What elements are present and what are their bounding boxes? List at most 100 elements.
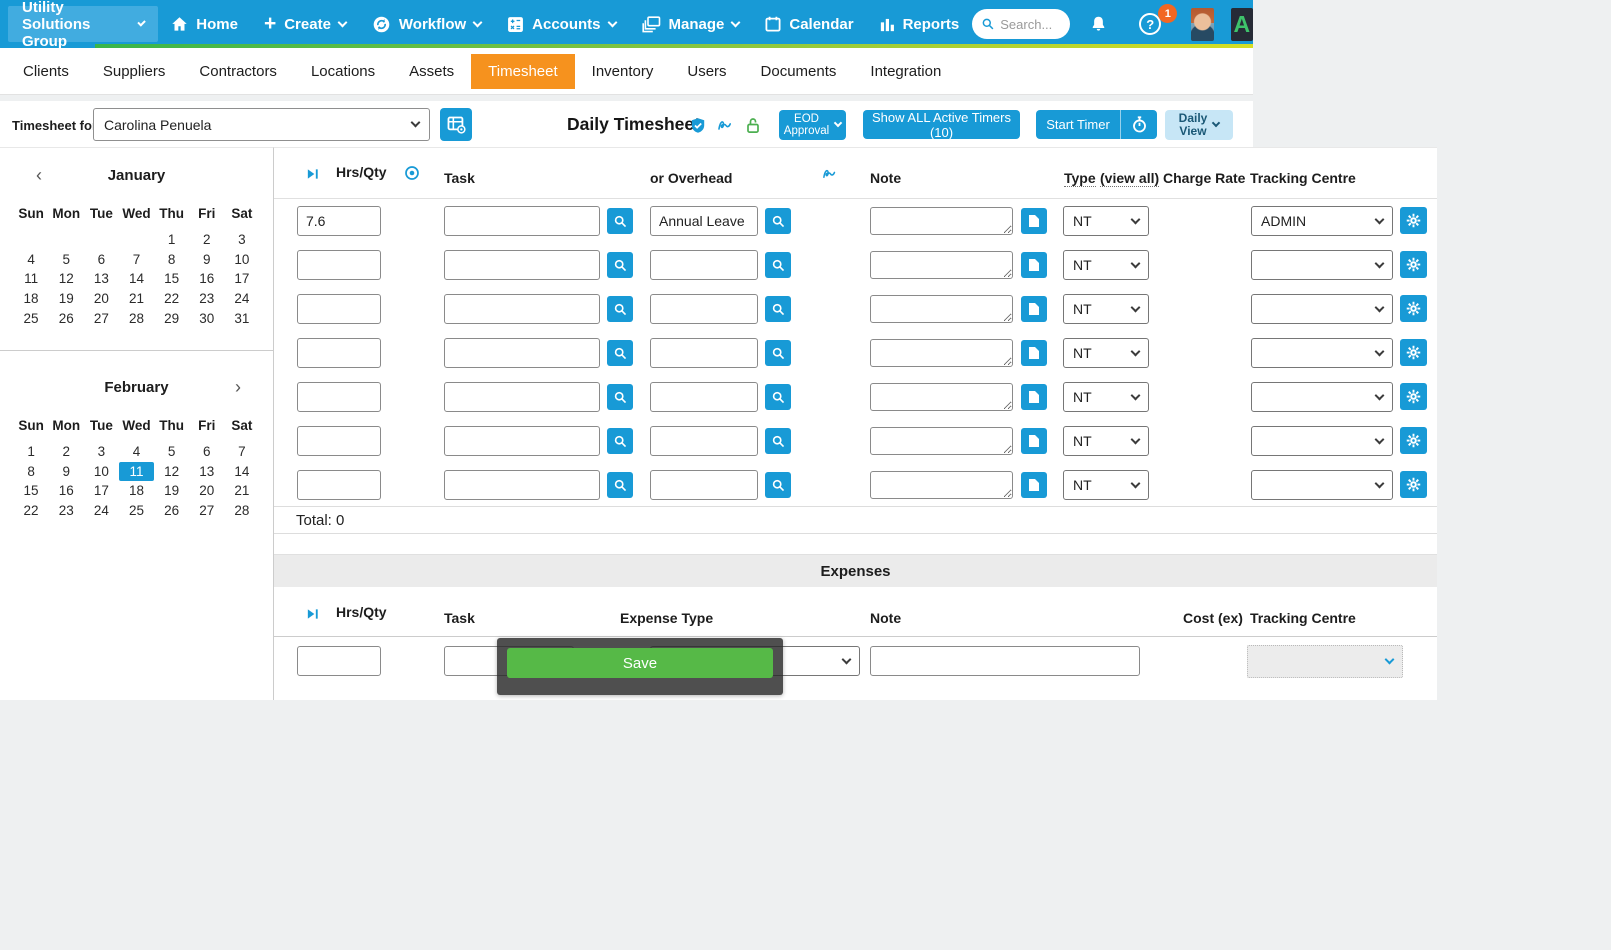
overhead-search-button[interactable] bbox=[765, 428, 791, 454]
note-textarea[interactable] bbox=[870, 427, 1013, 455]
note-template-button[interactable] bbox=[1021, 296, 1047, 322]
tab-integration[interactable]: Integration bbox=[853, 54, 958, 89]
signature-icon[interactable] bbox=[822, 166, 839, 180]
tracking-centre-select[interactable] bbox=[1251, 250, 1393, 280]
day-cell[interactable]: 14 bbox=[224, 462, 259, 482]
task-input[interactable] bbox=[444, 250, 600, 280]
expense-hrs-input[interactable] bbox=[297, 646, 381, 676]
person-select[interactable]: Carolina Penuela bbox=[93, 108, 430, 141]
task-input[interactable] bbox=[444, 470, 600, 500]
day-cell[interactable]: 23 bbox=[189, 289, 224, 309]
task-search-button[interactable] bbox=[607, 208, 633, 234]
day-cell[interactable]: 6 bbox=[189, 442, 224, 462]
overhead-input[interactable] bbox=[650, 470, 758, 500]
task-input[interactable] bbox=[444, 426, 600, 456]
app-logo[interactable]: A bbox=[1231, 8, 1253, 41]
day-cell[interactable]: 7 bbox=[119, 250, 154, 270]
overhead-input[interactable] bbox=[650, 338, 758, 368]
row-settings-button[interactable] bbox=[1400, 383, 1427, 410]
day-cell[interactable]: 22 bbox=[154, 289, 189, 309]
view-all-link[interactable]: (view all) bbox=[1100, 170, 1159, 187]
type-select[interactable]: NT bbox=[1063, 338, 1149, 368]
hrs-qty-input[interactable] bbox=[297, 426, 381, 456]
note-textarea[interactable] bbox=[870, 383, 1013, 411]
note-textarea[interactable] bbox=[870, 207, 1013, 235]
skip-forward-icon[interactable] bbox=[306, 608, 319, 620]
selected-day-cell[interactable]: 11 bbox=[119, 462, 154, 482]
day-cell[interactable]: 16 bbox=[189, 269, 224, 289]
note-textarea[interactable] bbox=[870, 295, 1013, 323]
overhead-search-button[interactable] bbox=[765, 472, 791, 498]
day-cell[interactable]: 3 bbox=[224, 230, 259, 250]
hrs-qty-input[interactable] bbox=[297, 382, 381, 412]
row-settings-button[interactable] bbox=[1400, 339, 1427, 366]
tracking-centre-select[interactable] bbox=[1251, 470, 1393, 500]
task-search-button[interactable] bbox=[607, 252, 633, 278]
hrs-qty-input[interactable] bbox=[297, 294, 381, 324]
signature-icon[interactable] bbox=[717, 117, 735, 132]
user-avatar[interactable] bbox=[1191, 8, 1213, 41]
stopwatch-segment[interactable] bbox=[1120, 110, 1157, 139]
nav-manage[interactable]: Manage bbox=[629, 2, 753, 46]
task-search-button[interactable] bbox=[607, 296, 633, 322]
day-cell[interactable]: 4 bbox=[14, 250, 49, 270]
day-cell[interactable]: 12 bbox=[154, 462, 189, 482]
save-button[interactable]: Save bbox=[507, 648, 773, 678]
day-cell[interactable]: 14 bbox=[119, 269, 154, 289]
nav-accounts[interactable]: Accounts bbox=[494, 2, 628, 46]
task-input[interactable] bbox=[444, 294, 600, 324]
task-search-button[interactable] bbox=[607, 384, 633, 410]
type-select[interactable]: NT bbox=[1063, 426, 1149, 456]
unlocked-icon[interactable] bbox=[746, 117, 760, 134]
notifications-button[interactable] bbox=[1090, 15, 1107, 33]
day-cell[interactable]: 19 bbox=[154, 481, 189, 501]
overhead-search-button[interactable] bbox=[765, 208, 791, 234]
tracking-centre-select[interactable] bbox=[1251, 338, 1393, 368]
type-select[interactable]: NT bbox=[1063, 250, 1149, 280]
overhead-search-button[interactable] bbox=[765, 384, 791, 410]
day-cell[interactable]: 5 bbox=[154, 442, 189, 462]
day-cell[interactable]: 31 bbox=[224, 308, 259, 328]
row-settings-button[interactable] bbox=[1400, 207, 1427, 234]
day-cell[interactable]: 10 bbox=[84, 462, 119, 482]
tab-contractors[interactable]: Contractors bbox=[182, 54, 294, 89]
day-cell[interactable]: 25 bbox=[119, 501, 154, 521]
nav-reports[interactable]: Reports bbox=[867, 2, 973, 46]
day-cell[interactable]: 23 bbox=[49, 501, 84, 521]
overhead-search-button[interactable] bbox=[765, 340, 791, 366]
org-selector[interactable]: Utility Solutions Group bbox=[8, 6, 158, 42]
row-settings-button[interactable] bbox=[1400, 251, 1427, 278]
day-cell[interactable]: 12 bbox=[49, 269, 84, 289]
day-cell[interactable]: 24 bbox=[84, 501, 119, 521]
task-search-button[interactable] bbox=[607, 340, 633, 366]
day-cell[interactable]: 17 bbox=[84, 481, 119, 501]
day-cell[interactable]: 15 bbox=[154, 269, 189, 289]
tab-suppliers[interactable]: Suppliers bbox=[86, 54, 183, 89]
target-icon[interactable] bbox=[404, 165, 420, 181]
day-cell[interactable]: 17 bbox=[224, 269, 259, 289]
help-button[interactable]: ? 1 bbox=[1139, 13, 1161, 35]
note-textarea[interactable] bbox=[870, 251, 1013, 279]
day-cell[interactable]: 30 bbox=[189, 308, 224, 328]
day-cell[interactable]: 20 bbox=[189, 481, 224, 501]
day-cell[interactable]: 28 bbox=[224, 501, 259, 521]
tab-inventory[interactable]: Inventory bbox=[575, 54, 671, 89]
expense-note-input[interactable] bbox=[870, 646, 1140, 676]
day-cell[interactable]: 6 bbox=[84, 250, 119, 270]
row-settings-button[interactable] bbox=[1400, 295, 1427, 322]
day-cell[interactable]: 8 bbox=[14, 462, 49, 482]
day-cell[interactable]: 28 bbox=[119, 308, 154, 328]
day-cell[interactable]: 25 bbox=[14, 308, 49, 328]
nav-calendar[interactable]: Calendar bbox=[752, 2, 866, 46]
show-active-timers-button[interactable]: Show ALL Active Timers (10) bbox=[863, 110, 1020, 139]
hrs-qty-input[interactable] bbox=[297, 206, 381, 236]
day-cell[interactable]: 27 bbox=[189, 501, 224, 521]
tracking-centre-select[interactable] bbox=[1251, 426, 1393, 456]
overhead-input[interactable] bbox=[650, 426, 758, 456]
day-cell[interactable]: 18 bbox=[119, 481, 154, 501]
note-textarea[interactable] bbox=[870, 471, 1013, 499]
tracking-centre-select[interactable] bbox=[1251, 382, 1393, 412]
day-cell[interactable]: 13 bbox=[189, 462, 224, 482]
note-template-button[interactable] bbox=[1021, 252, 1047, 278]
tab-users[interactable]: Users bbox=[670, 54, 743, 89]
